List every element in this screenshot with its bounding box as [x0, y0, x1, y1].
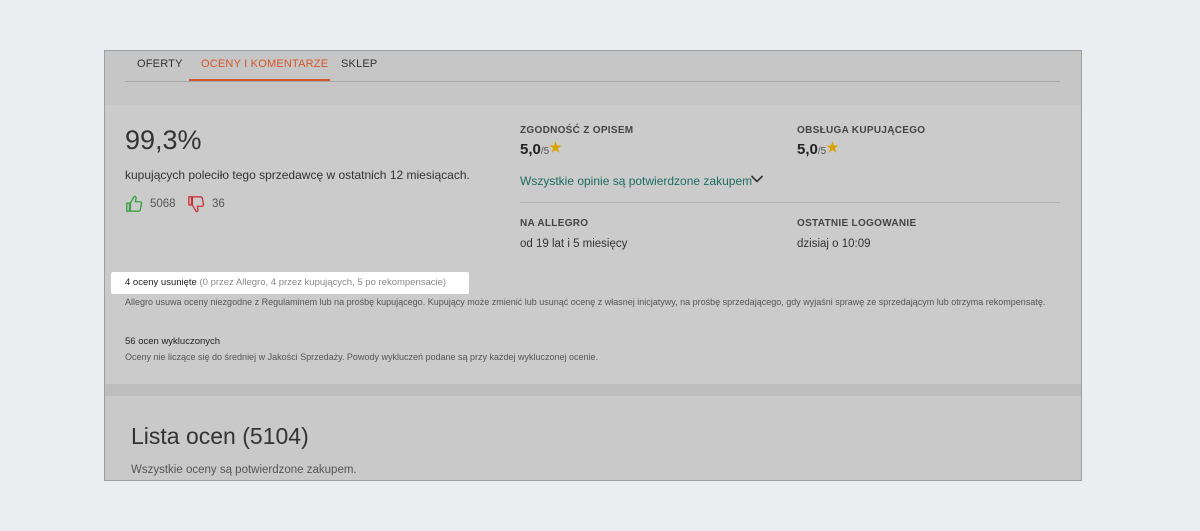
on-allegro-value: od 19 lat i 5 miesięcy — [520, 238, 628, 250]
buyer-service-rating: 5,0/5★ — [797, 139, 839, 158]
ratings-list-title: Lista ocen (5104) — [131, 423, 309, 449]
star-icon: ★ — [826, 139, 839, 155]
star-icon: ★ — [549, 139, 562, 155]
removed-ratings-box[interactable]: 4 oceny usunięte (0 przez Allegro, 4 prz… — [111, 272, 469, 294]
recommend-description: kupujących poleciło tego sprzedawcę w os… — [125, 168, 470, 182]
section-divider — [105, 384, 1081, 396]
description-match-of: /5 — [540, 146, 550, 157]
excluded-ratings-count: 56 ocen wykluczonych — [125, 336, 221, 347]
description-match-label: ZGODNOŚĆ Z OPISEM — [520, 125, 634, 136]
last-login-label: OSTATNIE LOGOWANIE — [797, 218, 917, 229]
excluded-ratings-note: Oceny nie liczące się do średniej w Jako… — [125, 352, 599, 362]
thumb-down-icon — [188, 196, 205, 213]
description-match-value: 5,0 — [520, 141, 541, 158]
tab-bar: OFERTY OCENY I KOMENTARZE SKLEP — [125, 51, 1060, 82]
buyer-service-label: OBSŁUGA KUPUJĄCEGO — [797, 125, 926, 136]
recommend-percent: 99,3% — [125, 125, 202, 155]
tab-ratings-comments[interactable]: OCENY I KOMENTARZE — [201, 58, 328, 80]
removed-ratings-note: Allegro usuwa oceny niezgodne z Regulami… — [125, 297, 1046, 307]
chevron-down-icon[interactable] — [750, 172, 764, 186]
removed-ratings-detail: (0 przez Allegro, 4 przez kupujących, 5 … — [196, 277, 447, 288]
tab-shop[interactable]: SKLEP — [341, 58, 377, 80]
last-login-value: dzisiaj o 10:09 — [797, 238, 871, 250]
info-divider — [520, 202, 1060, 203]
tabs-area: OFERTY OCENY I KOMENTARZE SKLEP — [105, 51, 1081, 105]
ratings-list-subtitle: Wszystkie oceny są potwierdzone zakupem. — [131, 464, 357, 476]
removed-ratings-count: 4 oceny usunięte — [125, 277, 197, 288]
negative-count: 36 — [212, 198, 225, 210]
seller-ratings-frame: OFERTY OCENY I KOMENTARZE SKLEP 99,3% ku… — [104, 50, 1082, 481]
verified-opinions-link[interactable]: Wszystkie opinie są potwierdzone zakupem — [520, 174, 752, 188]
on-allegro-label: NA ALLEGRO — [520, 218, 589, 229]
buyer-service-of: /5 — [817, 146, 827, 157]
positive-count: 5068 — [150, 198, 176, 210]
description-match-rating: 5,0/5★ — [520, 139, 562, 158]
buyer-service-value: 5,0 — [797, 141, 818, 158]
tab-offers[interactable]: OFERTY — [137, 58, 183, 80]
removed-ratings-text: 4 oceny usunięte (0 przez Allegro, 4 prz… — [125, 277, 446, 288]
thumb-up-icon — [126, 195, 143, 212]
active-tab-underline — [189, 79, 330, 81]
